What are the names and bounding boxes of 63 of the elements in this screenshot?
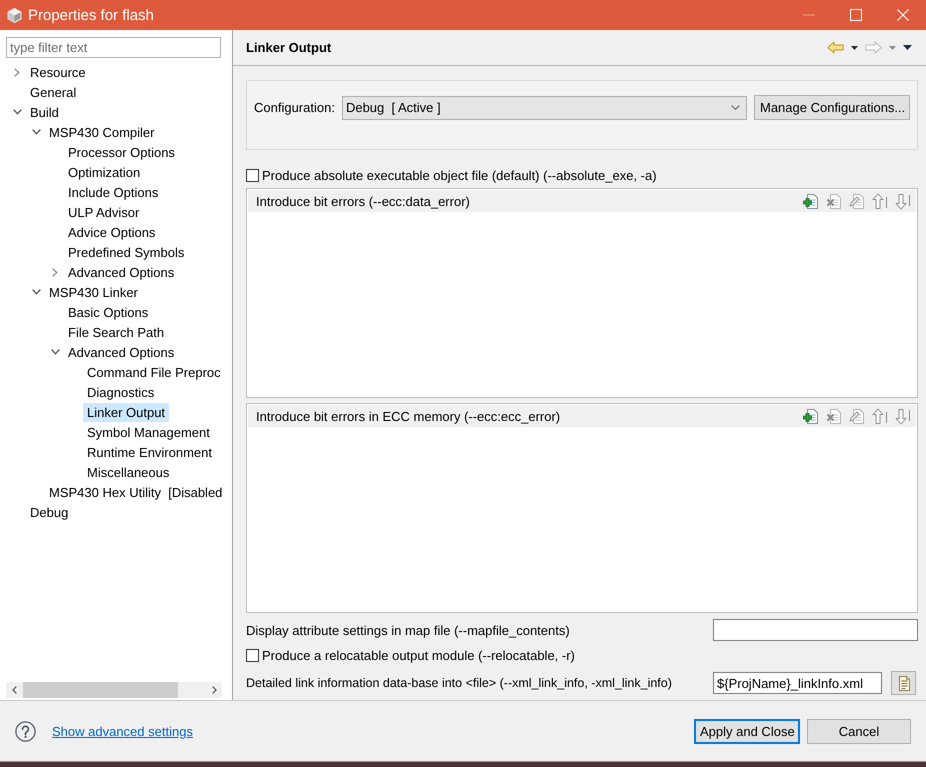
back-arrow-icon[interactable] [827, 41, 844, 54]
filter-field[interactable]: type filter text [6, 37, 221, 58]
caret-down-icon[interactable] [851, 46, 858, 50]
tree-item[interactable]: Command File Preproc [83, 362, 225, 382]
maximize-icon[interactable] [850, 9, 862, 21]
help-icon[interactable] [15, 720, 36, 742]
list-title: Introduce bit errors (--ecc:data_error) [256, 194, 471, 208]
scrollbar-thumb[interactable] [23, 682, 178, 698]
chevron-down-icon[interactable] [32, 289, 40, 295]
checkbox[interactable] [246, 648, 259, 662]
tree-item[interactable]: Basic Options [64, 302, 152, 322]
tree-item[interactable]: Predefined Symbols [64, 242, 188, 262]
tree-item[interactable]: Advanced Options [64, 262, 178, 282]
tree-item[interactable]: Linker Output [83, 402, 170, 422]
window-title: Properties for flash [28, 6, 155, 24]
configuration-label: Configuration: [254, 100, 335, 115]
dialog-button[interactable]: Cancel [807, 718, 911, 744]
tree-item[interactable]: Resource [26, 62, 90, 82]
tree-item[interactable]: File Search Path [64, 322, 168, 342]
add-icon[interactable] [803, 408, 819, 424]
tree-item[interactable]: Miscellaneous [83, 462, 174, 482]
checkbox-label: Produce a relocatable output module (--relocatable, -r) [262, 648, 575, 662]
field-label: Display attribute settings in map file (--mapfile_contents) [246, 622, 571, 638]
tree-item[interactable]: Symbol Management [83, 422, 214, 442]
tree-item[interactable]: Advice Options [64, 222, 160, 242]
tree-item[interactable]: Debug [26, 502, 72, 522]
chevron-right-icon[interactable] [52, 268, 58, 276]
tree-item[interactable]: General [26, 82, 80, 102]
tree-item[interactable]: Processor Options [64, 142, 179, 162]
tree-item[interactable]: MSP430 Hex Utility [Disabled [45, 482, 226, 502]
scroll-right-icon[interactable] [212, 686, 216, 694]
add-icon[interactable] [803, 192, 819, 210]
chevron-down-icon[interactable] [50, 349, 60, 355]
chevron-down-icon[interactable] [32, 129, 40, 135]
text-field[interactable] [713, 619, 918, 641]
checkbox[interactable] [246, 168, 259, 182]
horizontal-scrollbar[interactable] [6, 682, 222, 698]
tree-item[interactable]: Optimization [64, 162, 144, 182]
chevron-down-icon [731, 105, 740, 110]
advanced-settings-link[interactable]: Show advanced settings [52, 724, 193, 738]
tree-item[interactable]: MSP430 Linker [45, 282, 142, 302]
configuration-dropdown[interactable]: Debug [ Active ] [342, 96, 747, 120]
tree-item[interactable]: Runtime Environment [83, 442, 216, 462]
tree-item[interactable]: Advanced Options [64, 342, 178, 362]
caret-down-icon[interactable] [903, 45, 912, 50]
close-icon[interactable] [896, 9, 908, 21]
tree-item[interactable]: Build [26, 102, 63, 122]
file-path-field[interactable]: ${ProjName}_linkInfo.xml [713, 672, 882, 694]
default-button[interactable]: Apply and Close [694, 718, 800, 744]
checkbox-label: Produce absolute executable object file (default) (--absolute_exe, -a) [262, 168, 657, 182]
field-label: Detailed link information data-base into <file> (--xml_link_info, -xml_link_info) [246, 676, 673, 690]
tree-item[interactable]: Include Options [64, 182, 162, 202]
tree-item[interactable]: Diagnostics [83, 382, 158, 402]
chevron-right-icon[interactable] [14, 68, 20, 76]
cube-icon [7, 8, 22, 22]
scroll-left-icon[interactable] [12, 686, 16, 694]
chevron-down-icon[interactable] [12, 109, 22, 115]
tree-item[interactable]: ULP Advisor [64, 202, 144, 222]
page-title: Linker Output [246, 40, 332, 55]
tree-item[interactable]: MSP430 Compiler [45, 122, 158, 142]
browse-button[interactable] [891, 671, 916, 695]
manage-configurations-button[interactable]: Manage Configurations... [754, 95, 910, 120]
list-title: Introduce bit errors in ECC memory (--ecc:ecc_error) [256, 408, 562, 424]
